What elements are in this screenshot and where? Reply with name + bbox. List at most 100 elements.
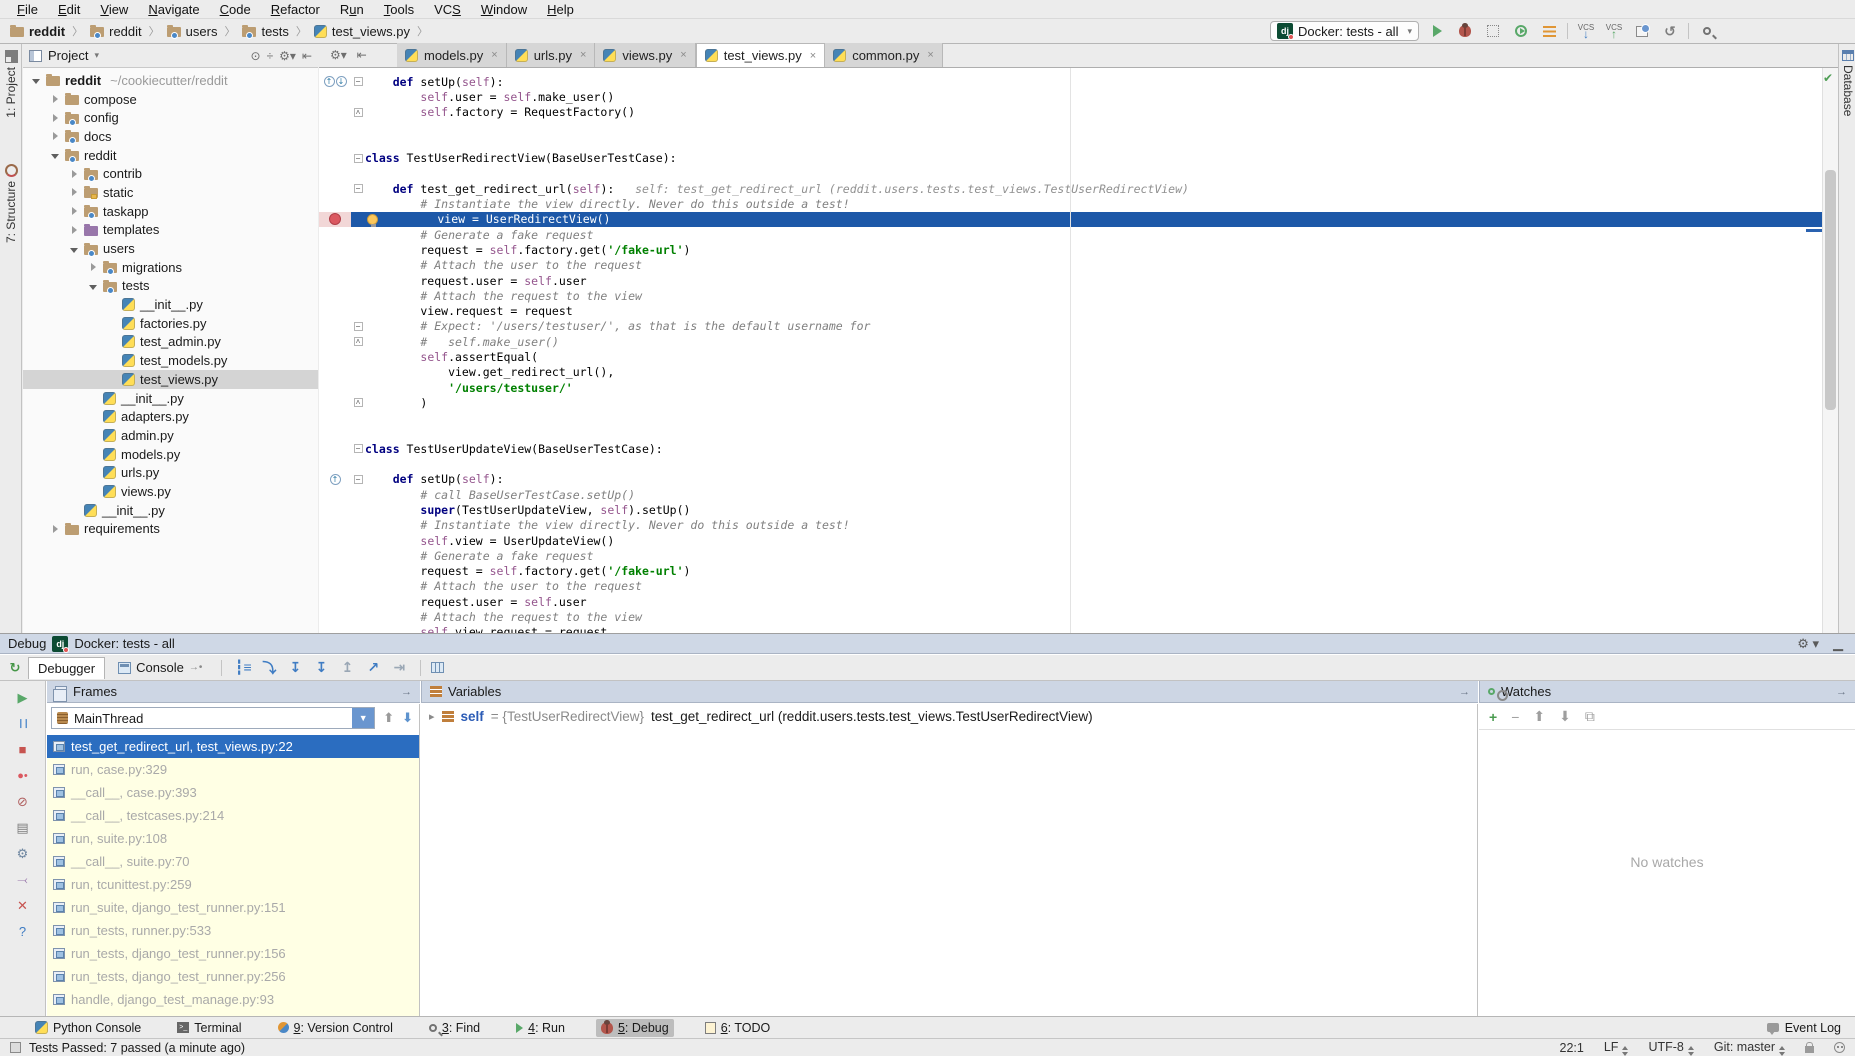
thread-select[interactable]: MainThread ▼ [51, 707, 375, 729]
project-panel-title[interactable]: Project [48, 48, 88, 63]
run-icon[interactable] [1427, 21, 1447, 41]
toolwindow-button-terminal[interactable]: >_Terminal [172, 1019, 246, 1037]
debug-tab-console[interactable]: Console→• [109, 657, 211, 679]
hide-panel-icon[interactable]: ⇤ [302, 49, 312, 63]
event-log-button[interactable]: Event Log [1767, 1021, 1855, 1035]
tree-item-reddit[interactable]: reddit [23, 146, 318, 165]
add-watch-icon[interactable]: + [1489, 709, 1497, 725]
menu-item-file[interactable]: File [8, 1, 47, 18]
fold-marker-icon[interactable]: − [351, 444, 365, 453]
menu-item-code[interactable]: Code [211, 1, 260, 18]
tree-item-models.py[interactable]: models.py [23, 445, 318, 464]
menu-item-vcs[interactable]: VCS [425, 1, 470, 18]
help-icon[interactable]: ? [14, 923, 32, 940]
tree-item-views.py[interactable]: views.py [23, 482, 318, 501]
fold-marker-icon[interactable]: − [351, 154, 365, 163]
expand-arrow-icon[interactable] [50, 132, 60, 140]
frame-item[interactable]: run, suite.py:108 [47, 827, 419, 850]
tree-item-__init__.py[interactable]: __init__.py [23, 501, 318, 520]
tree-item-admin.py[interactable]: admin.py [23, 426, 318, 445]
resume-icon[interactable]: ▶ [14, 689, 32, 706]
pin-icon[interactable]: → [1836, 686, 1847, 698]
hector-inspector-icon[interactable] [1834, 1042, 1845, 1053]
sidebar-tab-structure[interactable]: 7: Structure [0, 164, 22, 243]
tree-item-templates[interactable]: templates [23, 221, 318, 240]
encoding-select[interactable]: UTF-8 [1648, 1040, 1693, 1056]
close-tab-icon[interactable]: × [810, 50, 816, 62]
vcs-update-icon[interactable]: VCS↓ [1576, 21, 1596, 41]
tree-item-__init__.py[interactable]: __init__.py [23, 295, 318, 314]
gear-icon[interactable]: ⚙▾ [330, 48, 347, 62]
locate-file-icon[interactable]: ⊙ [251, 49, 261, 63]
git-branch-select[interactable]: Git: master [1714, 1040, 1785, 1056]
execution-point-stripe-mark[interactable] [1806, 229, 1822, 232]
rollback-icon[interactable]: ↺ [1660, 21, 1680, 41]
show-execution-point-icon[interactable]: ┇≡ [232, 658, 254, 678]
intention-bulb-icon[interactable] [367, 214, 378, 225]
expand-arrow-icon[interactable] [50, 95, 60, 103]
editor-tab-views.py[interactable]: views.py× [595, 43, 695, 67]
settings-icon[interactable]: ⚙ [14, 845, 32, 862]
expand-arrow-icon[interactable] [69, 170, 79, 178]
fold-marker-icon[interactable]: ˄ [351, 398, 365, 407]
collapse-arrow-icon[interactable] [50, 151, 60, 159]
fold-marker-icon[interactable]: − [351, 475, 365, 484]
frame-item[interactable]: handle, django_test_manage.py:93 [47, 988, 419, 1011]
inspections-ok-icon[interactable]: ✔ [1823, 71, 1833, 85]
frame-item[interactable]: __call__, testcases.py:214 [47, 804, 419, 827]
toolwindow-button---debug[interactable]: 5: Debug [596, 1019, 674, 1037]
toolwindow-button-python-console[interactable]: Python Console [30, 1019, 146, 1037]
force-step-into-icon[interactable]: ↧ [310, 658, 332, 678]
status-message[interactable]: Tests Passed: 7 passed (a minute ago) [29, 1041, 245, 1055]
menu-item-refactor[interactable]: Refactor [262, 1, 329, 18]
overridden-method-icon[interactable]: ↓ [336, 76, 347, 87]
search-everywhere-icon[interactable] [1697, 21, 1717, 41]
toolwindow-button---todo[interactable]: 6: TODO [700, 1019, 776, 1037]
editor-scrollbar[interactable] [1822, 68, 1838, 633]
tree-item-reddit[interactable]: reddit~/cookiecutter/reddit [23, 71, 318, 90]
close-icon[interactable]: ✕ [14, 897, 32, 914]
tree-item-docs[interactable]: docs [23, 127, 318, 146]
chevron-down-icon[interactable]: ▾ [94, 50, 99, 61]
menu-item-help[interactable]: Help [538, 1, 583, 18]
gear-icon[interactable]: ⚙ ▾ [1797, 636, 1819, 652]
expand-arrow-icon[interactable] [69, 226, 79, 234]
breakpoint-icon[interactable] [329, 213, 341, 225]
expand-arrow-icon[interactable] [69, 207, 79, 215]
sidebar-tab-project[interactable]: 1: Project [0, 50, 22, 118]
frame-item[interactable]: run_tests, django_test_runner.py:156 [47, 942, 419, 965]
profiler-icon[interactable] [1511, 21, 1531, 41]
pin-icon[interactable]: ⤙ [14, 871, 32, 888]
toolwindow-toggle-icon[interactable] [10, 1042, 21, 1053]
editor-tab-common.py[interactable]: common.py× [825, 43, 943, 67]
concurrency-diagram-icon[interactable] [1539, 21, 1559, 41]
restore-layout-icon[interactable]: ▤ [14, 819, 32, 836]
coverage-icon[interactable] [1483, 21, 1503, 41]
frame-item[interactable]: test_get_redirect_url, test_views.py:22 [47, 735, 419, 758]
breadcrumb-item-test_views.py[interactable]: test_views.py [312, 24, 412, 39]
close-tab-icon[interactable]: × [491, 49, 497, 61]
breadcrumb-item-reddit[interactable]: reddit [8, 24, 67, 39]
rerun-debug-icon[interactable]: ↻ [6, 659, 24, 676]
line-ending-select[interactable]: LF [1604, 1040, 1629, 1056]
fold-marker-icon[interactable]: ˄ [351, 108, 365, 117]
pause-icon[interactable]: ❙❙ [14, 715, 32, 732]
menu-item-view[interactable]: View [91, 1, 137, 18]
flatten-packages-icon[interactable]: ÷ [267, 49, 274, 63]
combo-arrow-icon[interactable]: ▼ [352, 708, 374, 728]
overriding-method-icon[interactable]: ↑ [330, 474, 341, 485]
tree-item-compose[interactable]: compose [23, 90, 318, 109]
sidebar-tab-database[interactable]: Database [1840, 50, 1855, 116]
step-out-icon[interactable]: ↥ [336, 658, 358, 678]
tree-item-test_models.py[interactable]: test_models.py [23, 351, 318, 370]
expand-arrow-icon[interactable] [69, 188, 79, 196]
caret-position[interactable]: 22:1 [1560, 1041, 1584, 1055]
tree-item-__init__.py[interactable]: __init__.py [23, 389, 318, 408]
tree-item-test_views.py[interactable]: test_views.py [23, 370, 318, 389]
tree-item-adapters.py[interactable]: adapters.py [23, 407, 318, 426]
menu-item-navigate[interactable]: Navigate [139, 1, 208, 18]
smart-step-icon[interactable]: ⇥ [388, 658, 410, 678]
gear-icon[interactable]: ⚙▾ [279, 49, 296, 63]
tree-item-static[interactable]: static [23, 183, 318, 202]
toolwindow-button---version-control[interactable]: 9: Version Control [273, 1019, 398, 1037]
